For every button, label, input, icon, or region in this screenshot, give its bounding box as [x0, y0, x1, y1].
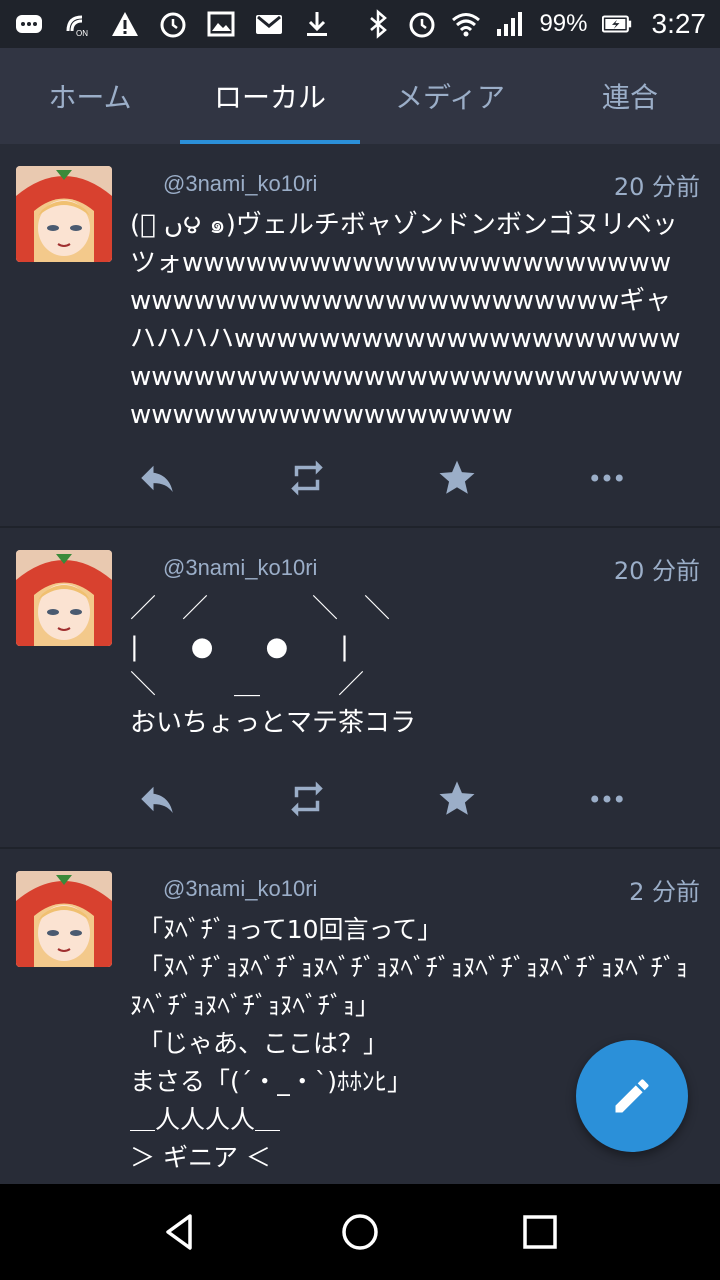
nfc-icon: ON: [62, 9, 92, 39]
status-bar: ON 99% 3:27: [0, 0, 720, 48]
signal-icon: [495, 9, 525, 39]
svg-text:ON: ON: [76, 29, 88, 38]
tab-media[interactable]: メディア: [360, 48, 540, 144]
boost-icon: [291, 460, 323, 496]
reply-button[interactable]: [122, 448, 272, 508]
boost-button[interactable]: [272, 769, 422, 829]
gmail-icon: [254, 9, 284, 39]
more-button[interactable]: [572, 448, 720, 508]
compose-button[interactable]: [576, 1040, 688, 1152]
status-card[interactable]: @3nami_ko10ri 20 分前 (ﾟ ں౪ ๑)ヴェルチボャゾンドンボン…: [0, 144, 720, 528]
wifi-icon: [451, 9, 481, 39]
image-icon: [206, 9, 236, 39]
more-icon: [591, 474, 623, 482]
timeline[interactable]: @3nami_ko10ri 20 分前 (ﾟ ں౪ ๑)ヴェルチボャゾンドンボン…: [0, 144, 720, 1184]
alarm-icon: [407, 9, 437, 39]
status-account[interactable]: @3nami_ko10ri: [163, 876, 317, 902]
status-time: 20 分前: [613, 172, 700, 201]
recents-icon: [523, 1215, 557, 1249]
warning-icon: [110, 9, 140, 39]
download-icon: [302, 9, 332, 39]
reply-icon: [141, 786, 173, 813]
home-icon: [342, 1214, 378, 1250]
status-account[interactable]: @3nami_ko10ri: [163, 555, 317, 581]
navigation-bar: [0, 1184, 720, 1280]
status-content: ／ ／ ＼ ＼ | ● ● | ＼ ＿ ／ おいちょっとマテ茶コラ: [130, 594, 417, 738]
status-account[interactable]: @3nami_ko10ri: [163, 171, 317, 197]
bluetooth-icon: [363, 9, 393, 39]
back-button[interactable]: [150, 1202, 210, 1262]
message-icon: [14, 9, 44, 39]
boost-button[interactable]: [272, 448, 422, 508]
home-button[interactable]: [330, 1202, 390, 1262]
favourite-button[interactable]: [422, 448, 572, 508]
battery-percent: 99%: [539, 10, 588, 37]
status-actions: [122, 749, 720, 849]
back-icon: [166, 1214, 192, 1250]
battery-icon: [601, 9, 632, 39]
more-icon: [591, 795, 623, 803]
reply-icon: [141, 465, 173, 492]
boost-icon: [291, 781, 323, 817]
status-content: (ﾟ ں౪ ๑)ヴェルチボャゾンドンボンゴヌリベッツォwwwwwwwwwwwww…: [130, 210, 683, 430]
favourite-button[interactable]: [422, 769, 572, 829]
star-icon: [439, 781, 475, 815]
status-time: 2 分前: [629, 877, 700, 906]
more-button[interactable]: [572, 769, 720, 829]
reply-button[interactable]: [122, 769, 272, 829]
avatar[interactable]: [16, 166, 112, 262]
avatar[interactable]: [16, 871, 112, 967]
column-tabs: ホーム ローカル メディア 連合: [0, 48, 720, 144]
status-time: 20 分前: [613, 556, 700, 585]
alarm-icon: [158, 9, 188, 39]
tab-federated[interactable]: 連合: [540, 48, 720, 144]
pencil-icon: [615, 1079, 649, 1113]
status-actions: [122, 428, 720, 528]
status-card[interactable]: @3nami_ko10ri 20 分前 ／ ／ ＼ ＼ | ● ● | ＼ ＿ …: [0, 528, 720, 849]
star-icon: [439, 460, 475, 494]
tab-local[interactable]: ローカル: [180, 48, 360, 144]
recents-button[interactable]: [510, 1202, 570, 1262]
clock: 3:27: [651, 8, 707, 39]
tab-home[interactable]: ホーム: [0, 48, 180, 144]
avatar[interactable]: [16, 550, 112, 646]
